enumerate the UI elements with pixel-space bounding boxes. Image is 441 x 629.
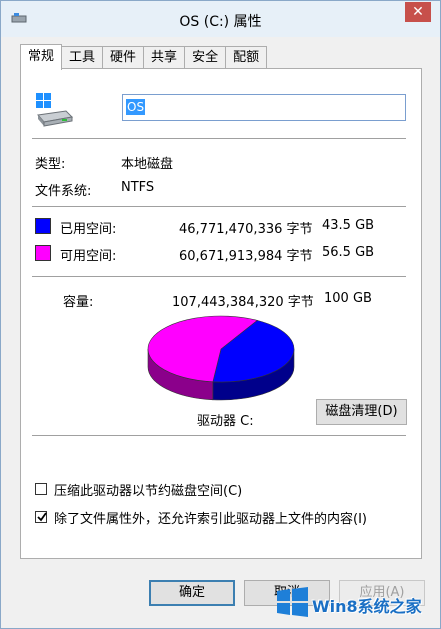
drive-letter-label: 驱动器 C:: [197, 414, 254, 429]
ok-button[interactable]: 确定: [149, 580, 235, 606]
drive-name-input[interactable]: OS: [122, 94, 406, 121]
capacity-label: 容量:: [63, 295, 94, 310]
title-bar[interactable]: OS (C:) 属性 ✕: [1, 1, 440, 37]
tab-hardware[interactable]: 硬件: [102, 46, 145, 69]
used-space-bytes: 46,771,470,336 字节: [179, 222, 313, 237]
compress-label[interactable]: 压缩此驱动器以节约磁盘空间(C): [54, 480, 242, 499]
used-space-label: 已用空间:: [60, 222, 117, 237]
watermark: Win8系统之家: [276, 586, 439, 623]
divider: [32, 435, 406, 436]
free-space-bytes: 60,671,913,984 字节: [179, 249, 313, 264]
free-space-size: 56.5 GB: [322, 245, 375, 260]
index-checkbox[interactable]: [35, 511, 47, 523]
compress-checkbox[interactable]: [35, 483, 47, 495]
tab-tools[interactable]: 工具: [61, 46, 104, 69]
checkmark-icon: [37, 512, 47, 522]
capacity-size: 100 GB: [324, 291, 372, 306]
drive-name-value[interactable]: OS: [126, 99, 146, 115]
watermark-text: Win8系统之家: [312, 597, 422, 616]
disk-cleanup-button[interactable]: 磁盘清理(D): [316, 399, 407, 425]
filesystem-label: 文件系统:: [35, 184, 92, 199]
tab-security[interactable]: 安全: [184, 46, 227, 69]
properties-window: OS (C:) 属性 ✕ 常规 工具 硬件 共享 安全 配额 OS 类型: 本地…: [0, 0, 441, 629]
divider: [32, 206, 406, 207]
windows-logo-icon: [277, 587, 308, 617]
used-space-size: 43.5 GB: [322, 218, 375, 233]
tab-bar: 常规 工具 硬件 共享 安全 配额: [20, 44, 268, 70]
index-label[interactable]: 除了文件属性外，还允许索引此驱动器上文件的内容(I): [54, 508, 367, 527]
free-space-label: 可用空间:: [60, 249, 117, 264]
general-panel: OS 类型: 本地磁盘 文件系统: NTFS 已用空间: 46,771,470,…: [20, 68, 422, 559]
window-title: OS (C:) 属性: [179, 14, 262, 30]
disk-usage-pie-chart: [147, 315, 295, 401]
type-label: 类型:: [35, 157, 66, 172]
filesystem-value: NTFS: [121, 180, 155, 195]
divider: [32, 276, 406, 277]
hard-drive-icon: [36, 93, 74, 127]
used-space-swatch: [35, 218, 51, 234]
tab-general[interactable]: 常规: [20, 44, 63, 70]
type-value: 本地磁盘: [121, 157, 174, 172]
tab-quota[interactable]: 配额: [225, 46, 268, 69]
free-space-swatch: [35, 245, 51, 261]
divider: [32, 138, 406, 139]
tab-sharing[interactable]: 共享: [143, 46, 186, 69]
close-button[interactable]: ✕: [405, 2, 431, 22]
capacity-bytes: 107,443,384,320 字节: [172, 295, 314, 310]
